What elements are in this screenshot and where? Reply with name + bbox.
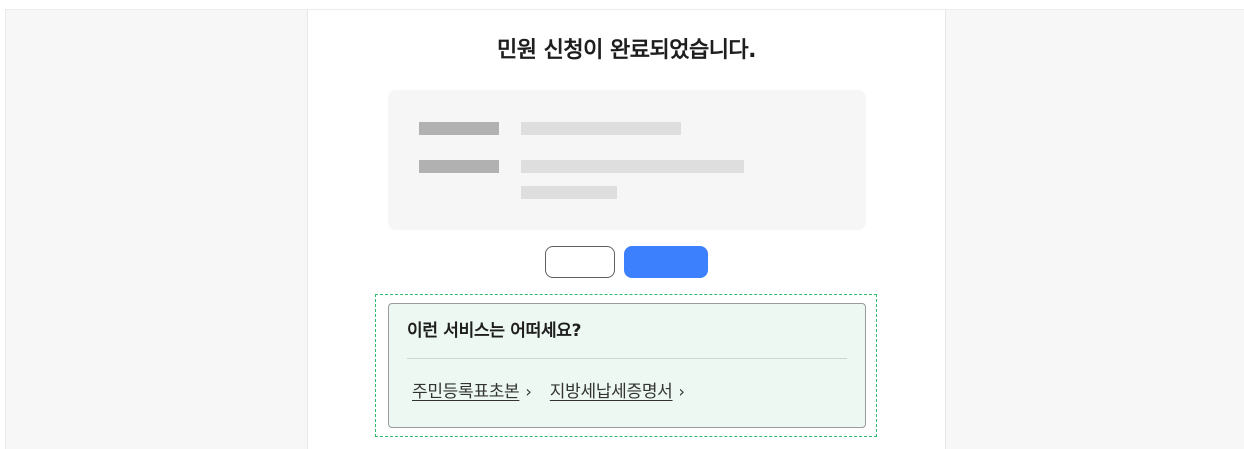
info-row-value-placeholder	[521, 186, 617, 199]
link-label: 주민등록표초본	[412, 382, 520, 402]
recommendation-links: 주민등록표초본 › 지방세납세증명서 ›	[412, 380, 685, 404]
info-row-label-placeholder	[419, 122, 499, 135]
divider	[407, 358, 847, 359]
link-local-tax-payment-certificate[interactable]: 지방세납세증명서 ›	[550, 380, 685, 404]
chevron-right-icon: ›	[678, 382, 685, 401]
secondary-button[interactable]	[545, 246, 615, 278]
link-label: 지방세납세증명서	[549, 382, 673, 402]
link-resident-registration-abstract[interactable]: 주민등록표초본 ›	[412, 380, 532, 404]
info-row-value-placeholder	[521, 160, 744, 173]
primary-button[interactable]	[624, 246, 708, 278]
recommendation-box: 이런 서비스는 어떠세요? 주민등록표초본 › 지방세납세증명서 ›	[388, 303, 866, 428]
content-panel: 민원 신청이 완료되었습니다. 이런 서비스는 어떠세요? 주민등록표초본 › …	[307, 9, 946, 449]
info-row-label-placeholder	[419, 160, 499, 173]
recommendation-heading: 이런 서비스는 어떠세요?	[407, 321, 582, 341]
info-card	[388, 90, 866, 230]
chevron-right-icon: ›	[525, 382, 532, 401]
info-row-value-placeholder	[521, 122, 681, 135]
page-title: 민원 신청이 완료되었습니다.	[496, 38, 757, 63]
